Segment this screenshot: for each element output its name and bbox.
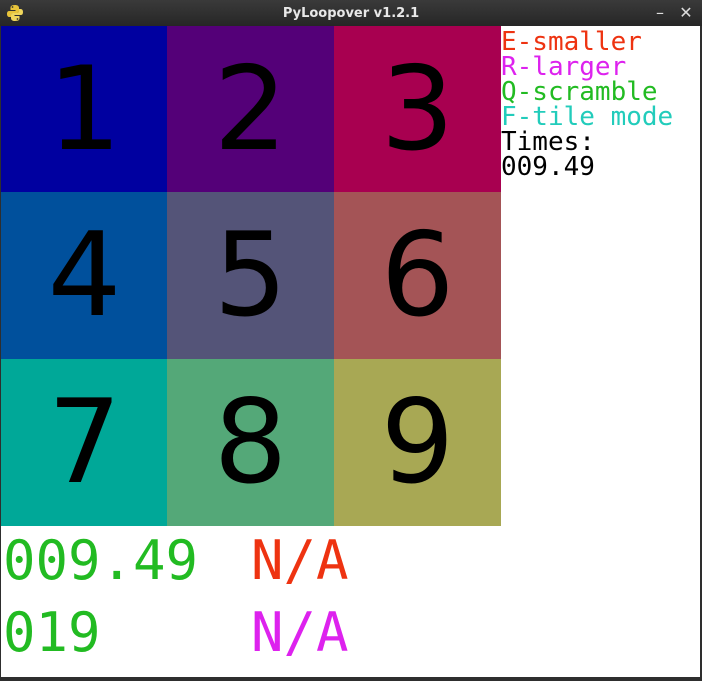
tile-label: 6 (380, 208, 455, 343)
tile[interactable]: 1 (1, 26, 168, 193)
tile-label: 9 (380, 375, 455, 510)
help-panel: E-smaller R-larger Q-scramble F-tile mod… (501, 29, 673, 182)
loopover-board[interactable]: 1 2 3 4 5 6 7 8 9 (1, 26, 501, 526)
tile[interactable]: 6 (334, 192, 501, 359)
tile-label: 4 (47, 208, 122, 343)
tile[interactable]: 2 (167, 26, 334, 193)
title-bar[interactable]: PyLoopover v1.2.1 – ✕ (0, 0, 702, 26)
tile[interactable]: 3 (334, 26, 501, 193)
tile-label: 7 (47, 375, 122, 510)
best-time-display: N/A (251, 529, 349, 592)
tile-label: 3 (380, 42, 455, 177)
tile[interactable]: 8 (167, 359, 334, 526)
tile[interactable]: 5 (167, 192, 334, 359)
best-moves-display: N/A (251, 601, 349, 664)
tile-label: 8 (213, 375, 288, 510)
tile-label: 5 (213, 208, 288, 343)
tile[interactable]: 7 (1, 359, 168, 526)
game-canvas[interactable]: 1 2 3 4 5 6 7 8 9 E-smaller R-larger Q-s… (1, 26, 700, 677)
tile[interactable]: 9 (334, 359, 501, 526)
time-display: 009.49 (3, 529, 199, 592)
move-count-display: 019 (3, 601, 101, 664)
tile[interactable]: 4 (1, 192, 168, 359)
tile-label: 2 (213, 42, 288, 177)
window-border (0, 677, 702, 681)
window-title: PyLoopover v1.2.1 (282, 5, 420, 21)
times-value: 009.49 (501, 152, 595, 182)
close-icon[interactable]: ✕ (676, 3, 696, 23)
python-logo-icon (6, 4, 24, 22)
minimize-icon[interactable]: – (650, 3, 670, 23)
app-window: PyLoopover v1.2.1 – ✕ 1 2 3 4 5 6 7 8 9 … (0, 0, 702, 681)
tile-label: 1 (47, 42, 122, 177)
